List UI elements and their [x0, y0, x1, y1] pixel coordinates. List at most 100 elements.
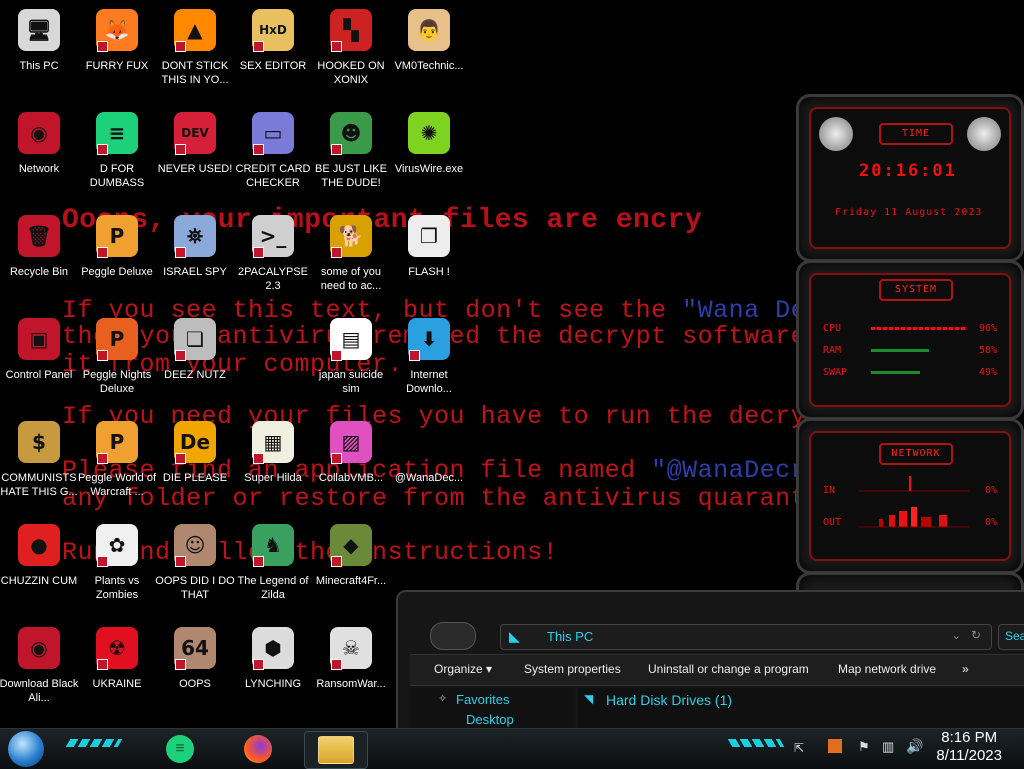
desktop-icon[interactable]: ☠ RansomWar...: [309, 624, 393, 691]
collapse-group-icon[interactable]: ◥: [584, 692, 593, 706]
taskbar-chat-app[interactable]: ≡: [160, 731, 200, 767]
desktop-icon[interactable]: ☺ OOPS DID I DO THAT: [153, 521, 237, 602]
skull-icon: ☠: [327, 624, 375, 672]
desktop-icon-label: Download Black Ali...: [0, 678, 79, 704]
desktop-icon[interactable]: ▤ japan suicide sim: [309, 315, 393, 396]
explorer-window[interactable]: ◣ This PC ⌄ ↻ Sear Organize ▾ System pro…: [396, 590, 1024, 744]
desktop-icon[interactable]: ◉ Download Black Ali...: [0, 624, 81, 705]
peggle-icon: P: [93, 212, 141, 260]
desktop-icon[interactable]: De DIE PLEASE: [153, 418, 237, 485]
shortcut-arrow-icon: [175, 556, 186, 567]
start-orb-button[interactable]: [8, 731, 44, 767]
desktop-icon[interactable]: 64 OOPS: [153, 624, 237, 691]
action-center-flag-icon[interactable]: ⚑: [858, 739, 870, 755]
chevron-down-icon[interactable]: ⌄: [952, 629, 961, 642]
back-forward-nav-button[interactable]: [430, 622, 476, 650]
taskbar-explorer[interactable]: [304, 731, 368, 769]
desktop-icon-label: BE JUST LIKE THE DUDE!: [315, 163, 387, 189]
desktop-icon-label: COMMUNISTS HATE THIS G...: [0, 472, 78, 498]
lime-icon: ✺: [405, 109, 453, 157]
system-gadget[interactable]: SYSTEM CPU 96% RAM 58% SWAP 49%: [796, 260, 1024, 420]
desktop-icon[interactable]: ♞ The Legend of Zilda: [231, 521, 315, 602]
network-status-icon[interactable]: ▥: [882, 739, 894, 755]
desktop-icon[interactable]: P Peggle Deluxe: [75, 212, 159, 279]
shortcut-arrow-icon: [175, 453, 186, 464]
desktop-icon[interactable]: ≡ D FOR DUMBASS: [75, 109, 159, 190]
desktop-icon[interactable]: ✿ Plants vs Zombies: [75, 521, 159, 602]
shortcut-arrow-icon: [97, 453, 108, 464]
desktop-icon[interactable]: ⬇ Internet Downlo...: [387, 315, 471, 396]
desktop-icon[interactable]: HxD SEX EDITOR: [231, 6, 315, 73]
desktop-icon-label: Peggle Deluxe: [81, 266, 153, 278]
shortcut-arrow-icon: [175, 144, 186, 155]
show-hidden-icons-button[interactable]: ⇱: [794, 741, 804, 755]
time-gadget[interactable]: TIME 20:16:01 Friday 11 August 2023: [796, 94, 1024, 262]
desktop-icon-label: OOPS DID I DO THAT: [155, 575, 235, 601]
search-input[interactable]: Sear: [1005, 629, 1024, 643]
uninstall-program-button[interactable]: Uninstall or change a program: [648, 662, 809, 676]
search-box[interactable]: Sear: [998, 624, 1024, 650]
desktop-icon[interactable]: ❏ DEEZ NUTZ: [153, 315, 237, 382]
system-metric-label: SWAP: [823, 367, 848, 378]
pixel-character-icon: ▦: [249, 418, 297, 466]
desktop-icon-label: D FOR DUMBASS: [89, 163, 145, 189]
desktop-icon[interactable]: ⬢ LYNCHING: [231, 624, 315, 691]
desktop-icon[interactable]: ✺ VirusWire.exe: [387, 109, 471, 176]
desktop-icon[interactable]: ⛯ ISRAEL SPY: [153, 212, 237, 279]
shortcut-arrow-icon: [409, 350, 420, 361]
desktop-icon[interactable]: ▨ CollabVMB...: [309, 418, 393, 485]
desktop-icon[interactable]: 🦊 FURRY FUX: [75, 6, 159, 73]
organize-button[interactable]: Organize ▾: [434, 662, 492, 676]
desktop-icon[interactable]: $ COMMUNISTS HATE THIS G...: [0, 418, 81, 499]
desktop-icon[interactable]: DEV NEVER USED!: [153, 109, 237, 176]
refresh-icon[interactable]: ↻: [971, 628, 981, 642]
taskbar-clock[interactable]: 8:16 PM 8/11/2023: [936, 729, 1002, 765]
desktop-icon[interactable]: ◉ Network: [0, 109, 81, 176]
network-alien-icon: ◉: [15, 109, 63, 157]
address-bar[interactable]: ◣ This PC ⌄ ↻: [500, 624, 992, 650]
desktop-icon[interactable]: ☢ UKRAINE: [75, 624, 159, 691]
desktop-icon-label: This PC: [19, 60, 59, 72]
tray-app-icon[interactable]: [828, 739, 842, 753]
desktop-icon-label: Plants vs Zombies: [94, 575, 140, 601]
desktop-icon-label: The Legend of Zilda: [237, 575, 309, 601]
desktop-icon-label: Peggle World of Warcraft ...: [77, 472, 157, 498]
gallows-icon: ⬢: [249, 624, 297, 672]
desktop-icon[interactable]: 🖥 This PC: [0, 6, 81, 73]
desktop-icon[interactable]: >_ 2PACALYPSE 2.3: [231, 212, 315, 293]
nav-item-desktop[interactable]: Desktop: [466, 712, 514, 727]
map-network-drive-button[interactable]: Map network drive: [838, 662, 936, 676]
desktop-icon[interactable]: P Peggle Nights Deluxe: [75, 315, 159, 396]
desktop-icon[interactable]: ▦ Super Hilda: [231, 418, 315, 485]
desktop-icon[interactable]: P Peggle World of Warcraft ...: [75, 418, 159, 499]
shortcut-arrow-icon: [331, 247, 342, 258]
nav-item-favorites[interactable]: Favorites: [456, 692, 509, 707]
desktop-icon[interactable]: ☻ BE JUST LIKE THE DUDE!: [309, 109, 393, 190]
desktop-icon[interactable]: @WanaDec...: [387, 418, 471, 485]
desktop-icon[interactable]: ❐ FLASH !: [387, 212, 471, 279]
desktop-icon[interactable]: ▚ HOOKED ON XONIX: [309, 6, 393, 87]
firefox-icon: 🦊: [93, 6, 141, 54]
desktop-icon[interactable]: ● CHUZZIN CUM: [0, 521, 81, 588]
desktop-icon[interactable]: 👨 VM0Technic...: [387, 6, 471, 73]
hard-disk-drives-group-header[interactable]: Hard Disk Drives (1): [606, 692, 732, 708]
shortcut-arrow-icon: [331, 659, 342, 670]
desktop-icon[interactable]: 🗑 Recycle Bin: [0, 212, 81, 279]
system-gadget-title: SYSTEM: [879, 279, 953, 301]
picture-frames-icon: ▨: [327, 418, 375, 466]
desktop-icon[interactable]: ▲ DONT STICK THIS IN YO...: [153, 6, 237, 87]
volume-icon[interactable]: 🔊: [906, 738, 923, 755]
more-commands-button[interactable]: »: [962, 662, 969, 676]
desktop-icon[interactable]: ◆ Minecraft4Fr...: [309, 521, 393, 588]
desktop-icon-label: FLASH !: [408, 266, 450, 278]
desktop-icon[interactable]: 🐕 some of you need to ac...: [309, 212, 393, 293]
network-gadget[interactable]: NETWORK IN 0% OUT 0%: [796, 418, 1024, 574]
desktop-icon-label: @WanaDec...: [394, 472, 464, 484]
desktop-icon-label: VirusWire.exe: [394, 163, 464, 175]
desktop-icon[interactable]: ▣ Control Panel: [0, 315, 81, 382]
shortcut-arrow-icon: [175, 350, 186, 361]
network-gadget-title: NETWORK: [879, 443, 953, 465]
taskbar-firefox[interactable]: [238, 731, 278, 767]
system-properties-button[interactable]: System properties: [524, 662, 621, 676]
desktop-icon[interactable]: ▭ CREDIT CARD CHECKER: [231, 109, 315, 190]
